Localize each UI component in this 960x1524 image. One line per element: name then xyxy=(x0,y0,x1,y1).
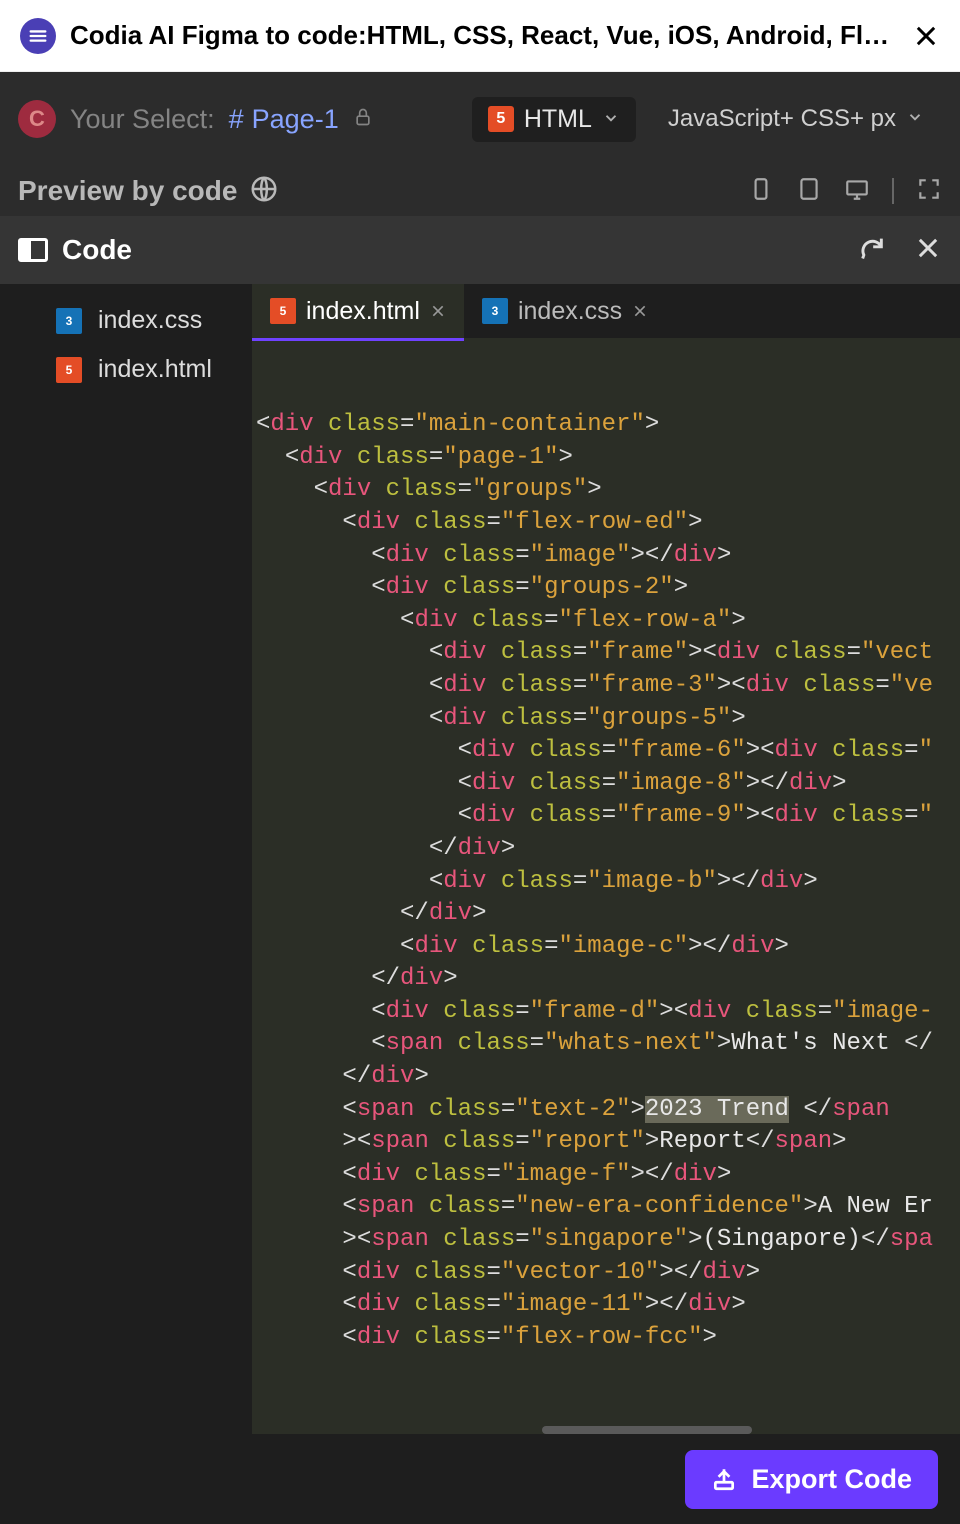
code-line: <div class="frame-9"><div class=" xyxy=(256,800,960,833)
code-line: <div class="flex-row-fcc"> xyxy=(256,1322,960,1355)
preview-label: Preview by code xyxy=(18,175,237,207)
code-line: <div class="image-b"></div> xyxy=(256,866,960,899)
tabs: 5 index.html 3 index.css xyxy=(252,284,960,338)
app-title: Codia AI Figma to code:HTML, CSS, React,… xyxy=(70,20,898,51)
code-line: <div class="frame-3"><div class="ve xyxy=(256,670,960,703)
export-code-button[interactable]: Export Code xyxy=(685,1450,938,1509)
code-line: <div class="flex-row-a"> xyxy=(256,605,960,638)
file-item[interactable]: 3 index.css xyxy=(0,296,252,345)
close-icon[interactable] xyxy=(430,297,446,326)
code-line: <div class="image-c"></div> xyxy=(256,931,960,964)
avatar[interactable]: C xyxy=(18,100,56,138)
code-line: <div class="main-container"> xyxy=(256,409,960,442)
code-line: </div> xyxy=(256,833,960,866)
page-name: Page-1 xyxy=(252,104,339,135)
html-file-icon: 5 xyxy=(270,298,296,324)
chevron-down-icon xyxy=(906,105,924,133)
code-pane: 5 index.html 3 index.css <div class="main-c… xyxy=(252,284,960,1434)
footer: Export Code xyxy=(0,1434,960,1524)
file-list: 3 index.css 5 index.html xyxy=(0,284,252,1434)
divider xyxy=(892,178,894,204)
code-panel-header: Code xyxy=(0,216,960,284)
code-line: </div> xyxy=(256,963,960,996)
hash-icon: # xyxy=(229,104,244,135)
code-line: <span class="whats-next">What's Next </ xyxy=(256,1028,960,1061)
code-line: <div class="image-8"></div> xyxy=(256,768,960,801)
close-icon[interactable] xyxy=(632,297,648,326)
horizontal-scrollbar[interactable] xyxy=(542,1426,752,1434)
panel-icon xyxy=(18,238,48,262)
tab-label: index.css xyxy=(518,297,622,326)
select-label: Your Select: xyxy=(70,104,215,135)
html-file-icon: 5 xyxy=(56,357,82,383)
editor: 3 index.css 5 index.html 5 index.html 3 index.… xyxy=(0,284,960,1434)
tab-label: index.html xyxy=(306,297,420,326)
code-line: ><span class="report">Report</span> xyxy=(256,1126,960,1159)
code-line: <div class="vector-10"></div> xyxy=(256,1257,960,1290)
code-line: <div class="page-1"> xyxy=(256,442,960,475)
css-file-icon: 3 xyxy=(56,308,82,334)
html5-icon: 5 xyxy=(488,106,514,132)
code-line: </div> xyxy=(256,898,960,931)
code-line: </div> xyxy=(256,1061,960,1094)
code-line: <div class="image-11"></div> xyxy=(256,1289,960,1322)
app-logo-icon xyxy=(20,18,56,54)
app-header: Codia AI Figma to code:HTML, CSS, React,… xyxy=(0,0,960,72)
refresh-icon[interactable] xyxy=(858,234,886,267)
code-line: <div class="groups-5"> xyxy=(256,703,960,736)
code-line: <div class="frame-6"><div class=" xyxy=(256,735,960,768)
code-line: <div class="groups-2"> xyxy=(256,572,960,605)
language-dropdown[interactable]: JavaScript+ CSS+ px xyxy=(650,97,942,141)
lock-icon[interactable] xyxy=(353,106,373,133)
framework-label: HTML xyxy=(524,105,592,134)
framework-dropdown[interactable]: 5 HTML xyxy=(472,97,636,142)
toolbar: C Your Select: # Page-1 5 HTML JavaScrip… xyxy=(0,72,960,166)
code-line: <div class="flex-row-ed"> xyxy=(256,507,960,540)
preview-bar: Preview by code xyxy=(0,166,960,216)
code-line: <div class="image-f"></div> xyxy=(256,1159,960,1192)
desktop-icon[interactable] xyxy=(844,176,870,207)
code-line: <div class="frame"><div class="vect xyxy=(256,637,960,670)
close-icon[interactable] xyxy=(912,22,940,50)
tab-index-css[interactable]: 3 index.css xyxy=(464,284,666,338)
file-name: index.html xyxy=(98,355,212,384)
close-icon[interactable] xyxy=(914,234,942,267)
page-selection[interactable]: # Page-1 xyxy=(229,104,339,135)
tablet-icon[interactable] xyxy=(796,176,822,207)
tab-index-html[interactable]: 5 index.html xyxy=(252,284,464,338)
code-panel-title: Code xyxy=(62,234,132,266)
file-name: index.css xyxy=(98,306,202,335)
code-line: <div class="groups"> xyxy=(256,474,960,507)
code-view[interactable]: <div class="main-container"> <div class=… xyxy=(252,338,960,1434)
fullscreen-icon[interactable] xyxy=(916,176,942,207)
code-line: <div class="frame-d"><div class="image- xyxy=(256,996,960,1029)
code-line: <div class="image"></div> xyxy=(256,540,960,573)
globe-icon[interactable] xyxy=(249,174,279,209)
export-label: Export Code xyxy=(751,1464,912,1495)
chevron-down-icon xyxy=(602,105,620,134)
code-line: ><span class="singapore">(Singapore)</sp… xyxy=(256,1224,960,1257)
code-line: <span class="text-2">2023 Trend </span xyxy=(256,1094,960,1127)
code-line: <span class="new-era-confidence">A New E… xyxy=(256,1191,960,1224)
language-label: JavaScript+ CSS+ px xyxy=(668,105,896,133)
css-file-icon: 3 xyxy=(482,298,508,324)
file-item[interactable]: 5 index.html xyxy=(0,345,252,394)
mobile-icon[interactable] xyxy=(748,176,774,207)
